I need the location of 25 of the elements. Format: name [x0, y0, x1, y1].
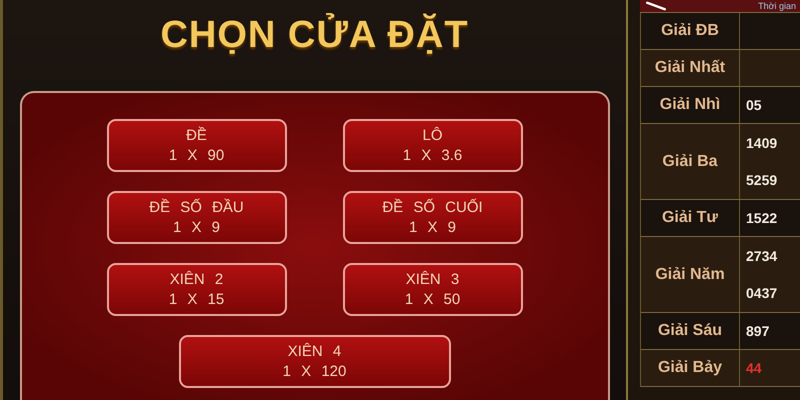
prize-label: Giải Sáu	[641, 313, 740, 349]
screen-title: CHỌN CỬA ĐẶT	[160, 12, 469, 58]
bet-option-button[interactable]: XIÊN 3 1 X 50	[342, 263, 522, 316]
column-header: Thời gian	[758, 1, 796, 11]
prize-label: Giải Ba	[641, 124, 740, 199]
result-number: 1409	[746, 134, 778, 151]
bet-option-button[interactable]: LÔ 1 X 3.6	[342, 119, 522, 172]
prize-label: Giải Tư	[641, 200, 740, 236]
bet-option-button[interactable]: ĐỀ SỐ ĐẦU 1 X 9	[106, 191, 286, 244]
result-number: 0437	[746, 285, 778, 302]
prize-label: Giải ĐB	[641, 13, 740, 49]
prize-label: Giải Năm	[641, 237, 740, 312]
prize-label: Giải Nhất	[641, 50, 740, 86]
bet-option-button[interactable]: XIÊN 2 1 X 15	[106, 263, 286, 316]
prize-label: Giải Bảy	[641, 350, 740, 386]
bet-option-button[interactable]: XIÊN 4 1 X 120	[178, 335, 450, 388]
bet-option-button[interactable]: ĐỀ SỐ CUỐI 1 X 9	[342, 191, 522, 244]
result-number: 2734	[746, 248, 778, 264]
prize-label: Giải Nhì	[641, 87, 740, 123]
result-number: 897	[746, 323, 770, 339]
result-number: 1522	[746, 210, 778, 226]
result-number: 44	[746, 360, 763, 376]
result-number: 5259	[746, 172, 778, 188]
bet-option-button[interactable]: ĐỀ 1 X 90	[106, 119, 286, 172]
result-number: 05	[746, 97, 763, 113]
